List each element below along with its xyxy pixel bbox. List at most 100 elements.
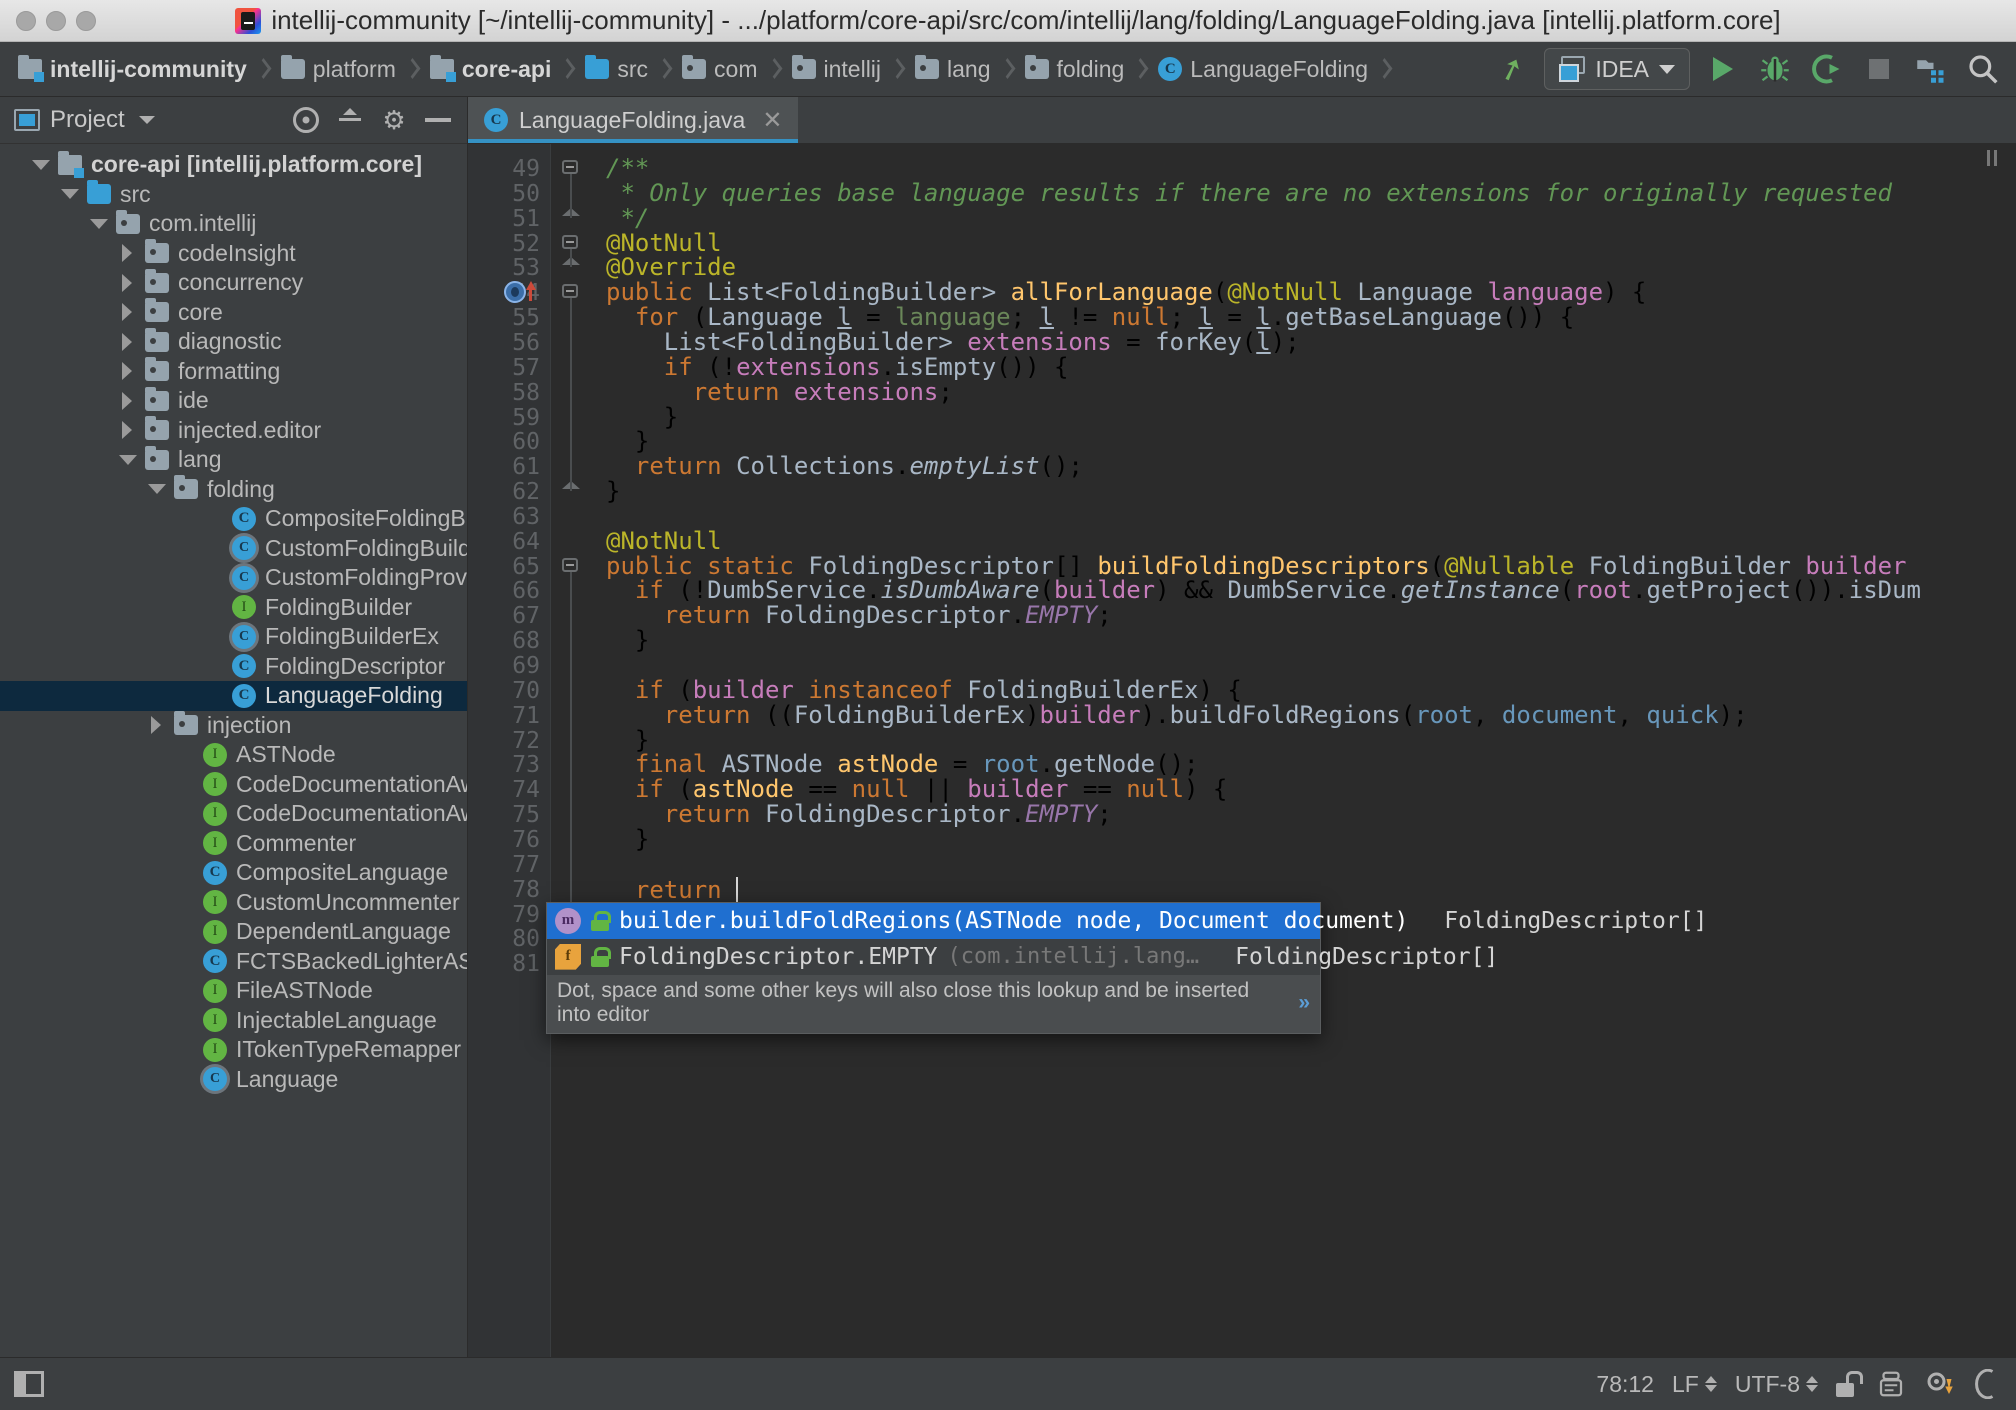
chevron-down-icon[interactable] xyxy=(138,116,155,124)
run-with-coverage-button[interactable] xyxy=(1808,50,1846,88)
code-text-area[interactable]: /** * Only queries base language results… xyxy=(592,144,2016,1357)
close-icon[interactable]: ✕ xyxy=(762,106,782,135)
tree-item[interactable]: C FCTSBackedLighterAST xyxy=(0,947,467,977)
tree-item[interactable]: I CustomUncommenter xyxy=(0,888,467,918)
expand-arrow-closed-icon[interactable] xyxy=(118,273,136,292)
background-tasks-icon xyxy=(1927,1372,1953,1394)
expand-arrow-open-icon[interactable] xyxy=(89,215,108,233)
expand-arrow-closed-icon[interactable] xyxy=(118,421,136,440)
project-tree[interactable]: core-api [intellij.platform.core] src com.… xyxy=(0,144,467,1357)
package-icon xyxy=(145,386,169,411)
expand-arrow-placeholder xyxy=(176,893,194,911)
breadcrumb-LanguageFolding[interactable]: C LanguageFolding xyxy=(1154,42,1370,96)
completion-hint-arrow-icon[interactable]: » xyxy=(1298,991,1310,1015)
readonly-toggle[interactable] xyxy=(1836,1371,1863,1397)
encoding-selector[interactable]: UTF-8 xyxy=(1735,1371,1818,1398)
settings-button[interactable]: ⚙ xyxy=(377,103,411,137)
breadcrumb-platform[interactable]: platform xyxy=(277,42,398,96)
tree-item[interactable]: C CustomFoldingBuilder xyxy=(0,534,467,564)
toggle-sidebar-icon[interactable] xyxy=(14,1371,44,1397)
code-completion-popup[interactable]: m builder.buildFoldRegions(ASTNode node,… xyxy=(546,901,1707,1034)
tree-item[interactable]: src xyxy=(0,180,467,210)
expand-arrow-closed-icon[interactable] xyxy=(118,332,136,351)
expand-arrow-open-icon[interactable] xyxy=(60,185,79,203)
chevron-right-icon xyxy=(559,55,575,83)
tree-item[interactable]: lang xyxy=(0,445,467,475)
breadcrumb-core-api[interactable]: core-api xyxy=(426,42,553,96)
breadcrumb-com[interactable]: com xyxy=(678,42,759,96)
breadcrumb-src[interactable]: src xyxy=(581,42,650,96)
tree-item[interactable]: C FoldingDescriptor xyxy=(0,652,467,682)
tree-item[interactable]: I FileASTNode xyxy=(0,976,467,1006)
tree-item[interactable]: folding xyxy=(0,475,467,505)
expand-arrow-placeholder xyxy=(176,746,194,764)
breadcrumb-lang[interactable]: lang xyxy=(911,42,992,96)
minimize-button[interactable] xyxy=(46,10,66,31)
tree-item[interactable]: I ASTNode xyxy=(0,740,467,770)
search-everywhere-button[interactable] xyxy=(1964,50,2002,88)
tree-item[interactable]: formatting xyxy=(0,357,467,387)
background-tasks-widget[interactable] xyxy=(1924,1369,1954,1399)
tree-item[interactable]: C CompositeFoldingBuilder xyxy=(0,504,467,534)
memory-indicator-widget[interactable] xyxy=(1972,1369,1998,1399)
public-lock-icon xyxy=(591,910,611,931)
tree-item[interactable]: I CodeDocumentationAwareCo xyxy=(0,770,467,800)
tab-LanguageFolding-java[interactable]: C LanguageFolding.java ✕ xyxy=(468,97,799,143)
expand-arrow-open-icon[interactable] xyxy=(147,480,166,498)
line-number: 66 xyxy=(512,578,540,605)
hide-panel-button[interactable] xyxy=(421,103,455,137)
breadcrumb-folding[interactable]: folding xyxy=(1021,42,1127,96)
expand-arrow-closed-icon[interactable] xyxy=(118,303,136,322)
tree-item[interactable]: I FoldingBuilder xyxy=(0,593,467,623)
code-line: } xyxy=(606,626,650,655)
tree-item[interactable]: C Language xyxy=(0,1065,467,1095)
run-button[interactable] xyxy=(1704,50,1742,88)
tree-item[interactable]: codeInsight xyxy=(0,239,467,269)
tree-item[interactable]: I InjectableLanguage xyxy=(0,1006,467,1036)
tree-item[interactable]: core xyxy=(0,298,467,328)
fold-region-line xyxy=(570,298,572,492)
tree-item[interactable]: injection xyxy=(0,711,467,741)
tree-item[interactable]: C CompositeLanguage xyxy=(0,858,467,888)
expand-arrow-closed-icon[interactable] xyxy=(118,362,136,381)
tree-item[interactable]: C LanguageFolding xyxy=(0,681,467,711)
tree-item[interactable]: I ITokenTypeRemapper xyxy=(0,1035,467,1065)
stop-button[interactable] xyxy=(1860,50,1898,88)
code-folding-gutter[interactable] xyxy=(550,144,592,1357)
tree-item[interactable]: injected.editor xyxy=(0,416,467,446)
line-separator-selector[interactable]: LF xyxy=(1672,1371,1717,1398)
tree-item[interactable]: com.intellij xyxy=(0,209,467,239)
line-number: 58 xyxy=(512,379,540,406)
tree-item[interactable]: I DependentLanguage xyxy=(0,917,467,947)
inspection-icon xyxy=(1879,1371,1903,1397)
tree-item[interactable]: C CustomFoldingProvider xyxy=(0,563,467,593)
debug-button[interactable] xyxy=(1756,50,1794,88)
expand-arrow-open-icon[interactable] xyxy=(118,451,137,469)
project-structure-button[interactable] xyxy=(1912,50,1950,88)
run-configuration-selector[interactable]: IDEA xyxy=(1544,48,1690,90)
close-button[interactable] xyxy=(16,10,36,31)
tree-item[interactable]: C FoldingBuilderEx xyxy=(0,622,467,652)
expand-arrow-closed-icon[interactable] xyxy=(147,716,165,735)
collapse-all-button[interactable] xyxy=(333,103,367,137)
tree-item[interactable]: ide xyxy=(0,386,467,416)
caret-position[interactable]: 78:12 xyxy=(1596,1371,1654,1398)
tree-item[interactable]: core-api [intellij.platform.core] xyxy=(0,150,467,180)
tree-item[interactable]: diagnostic xyxy=(0,327,467,357)
zoom-button[interactable] xyxy=(76,10,96,31)
tree-item[interactable]: concurrency xyxy=(0,268,467,298)
expand-arrow-closed-icon[interactable] xyxy=(118,391,136,410)
expand-arrow-open-icon[interactable] xyxy=(31,156,50,174)
locate-button[interactable] xyxy=(289,103,323,137)
expand-arrow-closed-icon[interactable] xyxy=(118,244,136,263)
breadcrumb-intellij-community[interactable]: intellij-community xyxy=(14,42,249,96)
inspection-widget[interactable] xyxy=(1876,1369,1906,1399)
overriding-method-icon[interactable] xyxy=(504,281,536,305)
tree-item[interactable]: I Commenter xyxy=(0,829,467,859)
code-line: @NotNull xyxy=(606,228,722,257)
breadcrumb-intellij[interactable]: intellij xyxy=(788,42,884,96)
completion-item-0[interactable]: m builder.buildFoldRegions(ASTNode node,… xyxy=(547,902,1707,939)
completion-item-1[interactable]: f FoldingDescriptor.EMPTY (com.intellij.… xyxy=(547,939,1498,975)
build-button[interactable]: ➚ xyxy=(1492,49,1530,89)
tree-item[interactable]: I CodeDocumentationAwareCo xyxy=(0,799,467,829)
